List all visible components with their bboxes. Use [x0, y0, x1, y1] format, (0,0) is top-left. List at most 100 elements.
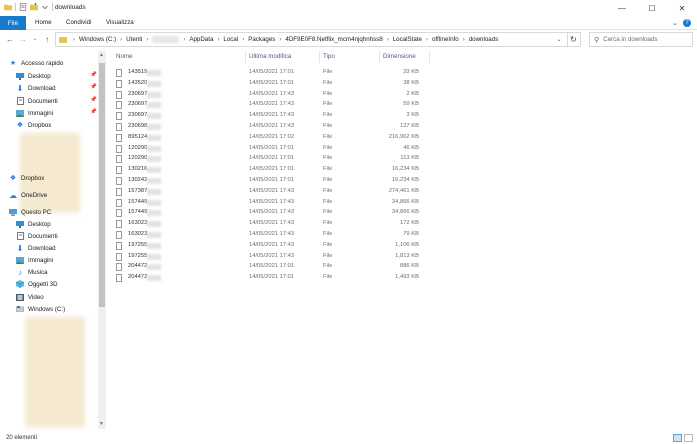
address-dropdown-chevron-icon[interactable]: ⌄ — [552, 32, 566, 47]
sidebar-item-label: Immagini — [28, 109, 54, 117]
minimize-button[interactable]: — — [607, 0, 637, 16]
table-row[interactable]: 130216 14/05/2021 17:01 File 16,234 KB — [111, 165, 431, 175]
breadcrumb-item[interactable]: LocalState — [393, 36, 422, 43]
table-row[interactable]: 230697 14/05/2021 17:43 File 3 KB — [111, 111, 431, 121]
sidebar-item-pc-documents[interactable]: Documenti — [16, 230, 58, 242]
sidebar-item-pc-download[interactable]: ⬇ Download — [16, 242, 56, 254]
sidebar-item-this-pc[interactable]: Questo PC — [9, 206, 51, 218]
scrollbar-thumb[interactable] — [99, 63, 105, 307]
table-row[interactable]: 895124 14/05/2021 17:02 File 216,962 KB — [111, 133, 431, 143]
sidebar-item-label: Documenti — [28, 232, 58, 240]
redacted-filename — [147, 156, 161, 163]
breadcrumb-item[interactable]: 4DF9E0F8.Netflix_mcm4njqhnhss8 — [285, 36, 382, 43]
table-row[interactable]: 143520 14/05/2021 17:01 File 38 KB — [111, 79, 431, 89]
tab-home[interactable]: Home — [35, 19, 52, 26]
column-divider[interactable] — [245, 51, 246, 63]
pin-icon[interactable]: 📌 — [90, 97, 97, 103]
large-icons-view-button[interactable] — [684, 434, 693, 442]
back-arrow-icon[interactable]: ← — [5, 33, 15, 45]
file-name: 204472 — [128, 274, 148, 281]
breadcrumb-separator: › — [146, 36, 149, 43]
table-row[interactable]: 157387 14/05/2021 17:43 File 274,461 KB — [111, 187, 431, 197]
column-divider[interactable] — [429, 51, 430, 63]
column-divider[interactable] — [379, 51, 380, 63]
table-row[interactable]: 163023 14/05/2021 17:43 File 172 KB — [111, 219, 431, 229]
table-row[interactable]: 163023 14/05/2021 17:43 File 79 KB — [111, 230, 431, 240]
pin-icon[interactable]: 📌 — [90, 109, 97, 115]
sidebar-item-quick-access[interactable]: ★ Accesso rapido — [9, 57, 63, 69]
table-row[interactable]: 230697 14/05/2021 17:43 File 2 KB — [111, 90, 431, 100]
close-button[interactable]: ✕ — [667, 0, 697, 16]
sidebar-item-pc-drive-c[interactable]: Windows (C:) — [16, 303, 65, 315]
sidebar-item-pictures[interactable]: Immagini — [16, 107, 53, 119]
breadcrumb-item[interactable]: downloads — [469, 36, 499, 43]
column-type[interactable]: Tipo — [323, 53, 335, 60]
sidebar-item-onedrive[interactable]: ☁ OneDrive — [9, 189, 47, 201]
table-row[interactable]: 130242 14/05/2021 17:01 File 16,234 KB — [111, 176, 431, 186]
table-row[interactable]: 197255 14/05/2021 17:43 File 1,106 KB — [111, 241, 431, 251]
file-icon — [116, 209, 122, 218]
properties-icon[interactable] — [19, 3, 27, 11]
scroll-up-icon[interactable]: ▲ — [99, 52, 104, 58]
column-modified[interactable]: Ultima modifica — [249, 53, 291, 60]
table-row[interactable]: 230698 14/05/2021 17:43 File 127 KB — [111, 122, 431, 132]
sidebar-item-pc-music[interactable]: ♪ Musica — [16, 266, 48, 278]
redacted-username[interactable] — [152, 36, 180, 43]
breadcrumb-item[interactable]: Utenti — [126, 36, 142, 43]
tab-view[interactable]: Visualizza — [106, 19, 134, 26]
file-size: 216,962 KB — [388, 133, 419, 140]
download-arrow-icon: ⬇ — [16, 83, 24, 93]
table-row[interactable]: 157449 14/05/2021 17:43 File 34,866 KB — [111, 198, 431, 208]
maximize-button[interactable]: ☐ — [637, 0, 667, 16]
table-row[interactable]: 204472 14/05/2021 17:01 File 886 KB — [111, 262, 431, 272]
breadcrumb-item[interactable]: Packages — [248, 36, 275, 43]
sidebar-item-label: Download — [28, 244, 56, 252]
breadcrumb-item[interactable]: AppData — [189, 36, 213, 43]
sidebar-item-pc-pictures[interactable]: Immagini — [16, 254, 53, 266]
customize-toolbar-icon[interactable] — [41, 3, 49, 11]
table-row[interactable]: 143519 14/05/2021 17:01 File 33 KB — [111, 68, 431, 78]
breadcrumb-item[interactable]: offlineInfo — [432, 36, 459, 43]
search-box[interactable]: ⚲ Cerca in downloads — [589, 32, 693, 47]
sidebar-item-download[interactable]: ⬇ Download — [16, 82, 56, 94]
sidebar-item-pc-videos[interactable]: Video — [16, 291, 44, 303]
pictures-icon — [16, 109, 24, 117]
column-name[interactable]: Nome — [116, 53, 133, 60]
nav-pane-scrollbar[interactable]: ▲ ▼ — [98, 51, 106, 429]
new-folder-icon[interactable] — [30, 3, 38, 11]
column-divider[interactable] — [319, 51, 320, 63]
table-row[interactable]: 120290 14/05/2021 17:01 File 113 KB — [111, 154, 431, 164]
address-bar[interactable]: › Windows (C:) › Utenti › › AppData › Lo… — [55, 32, 568, 47]
window-controls: — ☐ ✕ — [607, 0, 697, 16]
sidebar-item-documents[interactable]: Documenti — [16, 95, 58, 107]
pin-icon[interactable]: 📌 — [90, 84, 97, 90]
folder-icon — [59, 36, 67, 43]
sidebar-item-desktop[interactable]: Desktop — [16, 70, 51, 82]
details-view-button[interactable] — [673, 434, 682, 442]
breadcrumb-item[interactable]: Local — [223, 36, 238, 43]
file-list: Nome Ultima modifica Tipo Dimensione 143… — [111, 51, 697, 431]
table-row[interactable]: 157449 14/05/2021 17:43 File 34,866 KB — [111, 208, 431, 218]
file-icon — [116, 133, 122, 142]
pin-icon[interactable]: 📌 — [90, 72, 97, 78]
recent-locations-chevron-icon[interactable]: ⌄ — [30, 33, 40, 45]
scroll-down-icon[interactable]: ▼ — [99, 421, 104, 427]
table-row[interactable]: 204472 14/05/2021 17:01 File 1,493 KB — [111, 273, 431, 283]
help-button[interactable]: ? — [683, 19, 691, 27]
refresh-icon[interactable]: ↻ — [567, 32, 581, 47]
tab-share[interactable]: Condividi — [66, 19, 91, 26]
breadcrumb-item[interactable]: Windows (C:) — [79, 36, 116, 43]
forward-arrow-icon[interactable]: → — [18, 33, 28, 45]
expand-ribbon-button[interactable]: ⌄ — [672, 19, 678, 27]
table-row[interactable]: 120290 14/05/2021 17:01 File 46 KB — [111, 144, 431, 154]
sidebar-item-dropbox[interactable]: ❖ Dropbox — [9, 172, 45, 184]
up-arrow-icon[interactable]: ↑ — [42, 33, 52, 45]
column-size[interactable]: Dimensione — [383, 53, 416, 60]
sidebar-item-dropbox-quick[interactable]: ❖ Dropbox — [16, 119, 52, 131]
sidebar-item-label: Windows (C:) — [28, 305, 66, 313]
sidebar-item-pc-desktop[interactable]: Desktop — [16, 218, 51, 230]
table-row[interactable]: 230697 14/05/2021 17:43 File 59 KB — [111, 100, 431, 110]
tab-file[interactable]: File — [0, 16, 26, 30]
table-row[interactable]: 197255 14/05/2021 17:43 File 1,813 KB — [111, 252, 431, 262]
sidebar-item-pc-3d-objects[interactable]: Oggetti 3D — [16, 278, 58, 290]
